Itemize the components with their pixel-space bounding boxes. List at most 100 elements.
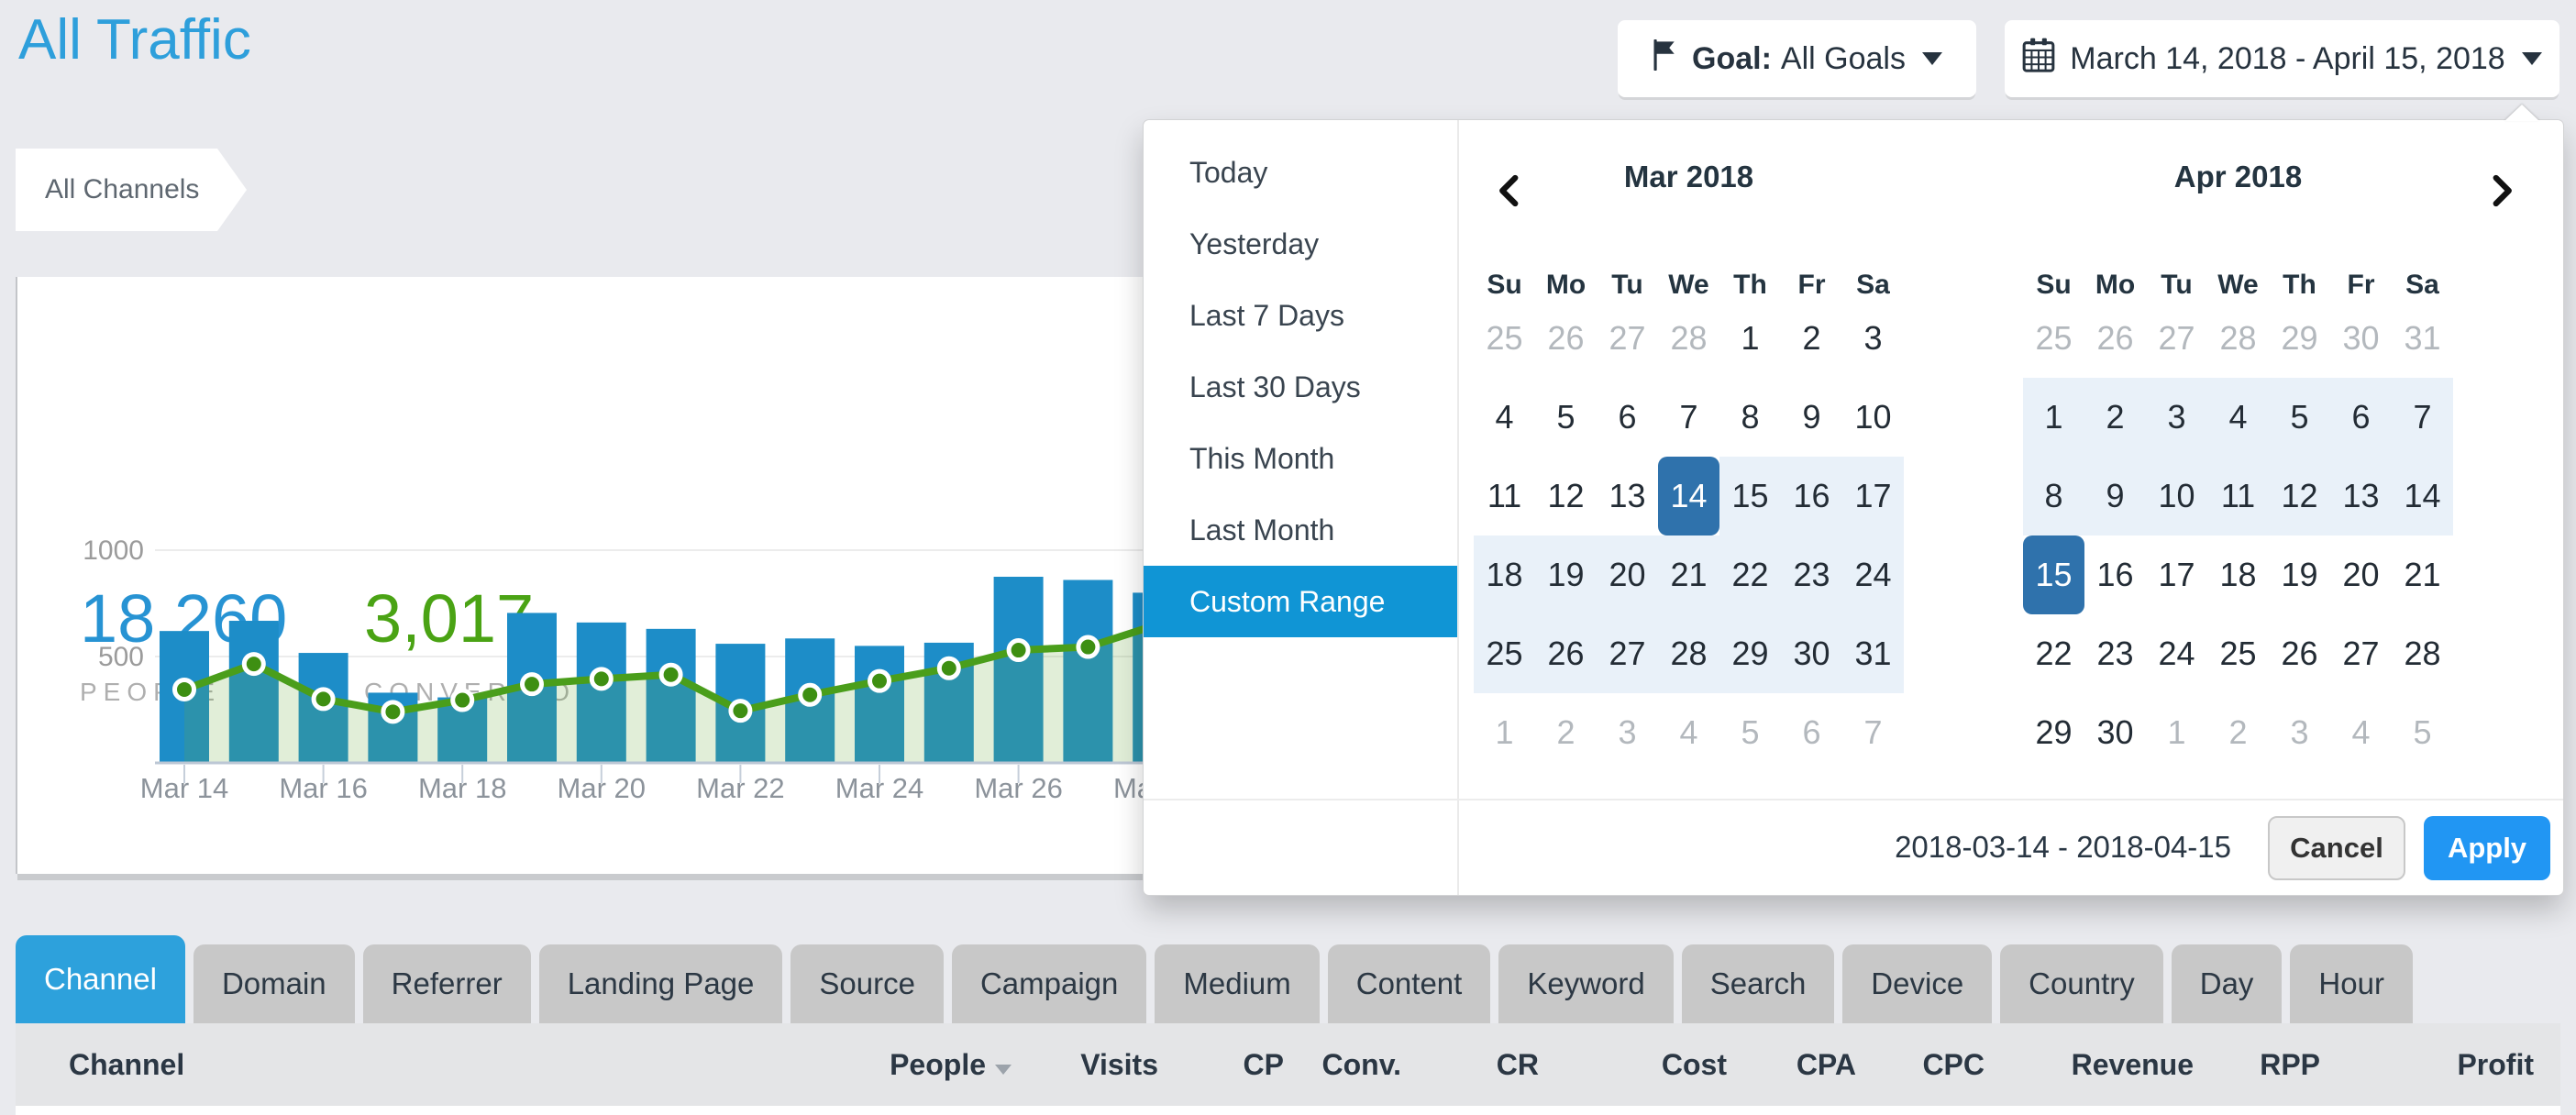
column-header-revenue[interactable]: Revenue bbox=[1985, 1048, 2194, 1082]
tab-medium[interactable]: Medium bbox=[1155, 944, 1319, 1023]
day-cell[interactable]: 12 bbox=[2269, 457, 2330, 535]
tab-search[interactable]: Search bbox=[1682, 944, 1835, 1023]
selected-day-cell[interactable]: 15 bbox=[2023, 535, 2084, 614]
day-cell[interactable]: 20 bbox=[1597, 535, 1658, 614]
day-cell[interactable]: 30 bbox=[1781, 614, 1842, 693]
day-cell[interactable]: 2 bbox=[1781, 299, 1842, 378]
day-cell[interactable]: 27 bbox=[2330, 614, 2392, 693]
day-cell[interactable]: 28 bbox=[2392, 614, 2453, 693]
day-cell[interactable]: 7 bbox=[1658, 378, 1719, 457]
day-cell[interactable]: 5 bbox=[2269, 378, 2330, 457]
column-header-visits[interactable]: Visits bbox=[1012, 1048, 1158, 1082]
day-cell[interactable]: 5 bbox=[1535, 378, 1597, 457]
tab-domain[interactable]: Domain bbox=[193, 944, 355, 1023]
day-cell[interactable]: 17 bbox=[2146, 535, 2207, 614]
day-cell[interactable]: 4 bbox=[1658, 693, 1719, 772]
day-cell[interactable]: 6 bbox=[1781, 693, 1842, 772]
goal-selector-button[interactable]: Goal: All Goals bbox=[1618, 20, 1976, 97]
tab-channel[interactable]: Channel bbox=[16, 935, 185, 1023]
day-cell[interactable]: 21 bbox=[1658, 535, 1719, 614]
day-cell[interactable]: 25 bbox=[2207, 614, 2269, 693]
day-cell[interactable]: 23 bbox=[1781, 535, 1842, 614]
day-cell[interactable]: 7 bbox=[2392, 378, 2453, 457]
day-cell[interactable]: 27 bbox=[1597, 299, 1658, 378]
day-cell[interactable]: 16 bbox=[1781, 457, 1842, 535]
tab-device[interactable]: Device bbox=[1842, 944, 1992, 1023]
day-cell[interactable]: 18 bbox=[2207, 535, 2269, 614]
tab-keyword[interactable]: Keyword bbox=[1498, 944, 1673, 1023]
day-cell[interactable]: 1 bbox=[1719, 299, 1781, 378]
day-cell[interactable]: 3 bbox=[1597, 693, 1658, 772]
column-header-cpc[interactable]: CPC bbox=[1856, 1048, 1985, 1082]
column-header-people[interactable]: People bbox=[828, 1048, 1012, 1082]
day-cell[interactable]: 24 bbox=[1842, 535, 1904, 614]
day-cell[interactable]: 20 bbox=[2330, 535, 2392, 614]
column-header-cp[interactable]: CP bbox=[1158, 1048, 1284, 1082]
column-header-cr[interactable]: CR bbox=[1401, 1048, 1539, 1082]
day-cell[interactable]: 29 bbox=[2023, 693, 2084, 772]
day-cell[interactable]: 3 bbox=[2269, 693, 2330, 772]
preset-last-month[interactable]: Last Month bbox=[1144, 494, 1457, 566]
day-cell[interactable]: 9 bbox=[2084, 457, 2146, 535]
breadcrumb-all-channels[interactable]: All Channels bbox=[16, 149, 247, 231]
day-cell[interactable]: 26 bbox=[1535, 614, 1597, 693]
day-cell[interactable]: 5 bbox=[1719, 693, 1781, 772]
day-cell[interactable]: 22 bbox=[1719, 535, 1781, 614]
column-header-profit[interactable]: Profit bbox=[2320, 1048, 2534, 1082]
day-cell[interactable]: 5 bbox=[2392, 693, 2453, 772]
column-header-cost[interactable]: Cost bbox=[1539, 1048, 1727, 1082]
preset-yesterday[interactable]: Yesterday bbox=[1144, 208, 1457, 280]
day-cell[interactable]: 4 bbox=[2207, 378, 2269, 457]
day-cell[interactable]: 26 bbox=[2269, 614, 2330, 693]
tab-day[interactable]: Day bbox=[2172, 944, 2283, 1023]
cancel-button[interactable]: Cancel bbox=[2268, 816, 2405, 880]
day-cell[interactable]: 10 bbox=[1842, 378, 1904, 457]
day-cell[interactable]: 14 bbox=[2392, 457, 2453, 535]
day-cell[interactable]: 12 bbox=[1535, 457, 1597, 535]
day-cell[interactable]: 11 bbox=[1474, 457, 1535, 535]
day-cell[interactable]: 8 bbox=[2023, 457, 2084, 535]
day-cell[interactable]: 15 bbox=[1719, 457, 1781, 535]
day-cell[interactable]: 1 bbox=[1474, 693, 1535, 772]
day-cell[interactable]: 26 bbox=[1535, 299, 1597, 378]
day-cell[interactable]: 1 bbox=[2023, 378, 2084, 457]
day-cell[interactable]: 25 bbox=[1474, 614, 1535, 693]
day-cell[interactable]: 21 bbox=[2392, 535, 2453, 614]
day-cell[interactable]: 8 bbox=[1719, 378, 1781, 457]
tab-landing-page[interactable]: Landing Page bbox=[539, 944, 783, 1023]
day-cell[interactable]: 3 bbox=[2146, 378, 2207, 457]
preset-custom-range[interactable]: Custom Range bbox=[1144, 566, 1457, 637]
selected-day-cell[interactable]: 14 bbox=[1658, 457, 1719, 535]
day-cell[interactable]: 25 bbox=[2023, 299, 2084, 378]
next-month-button[interactable] bbox=[2475, 166, 2526, 217]
column-header-conv-[interactable]: Conv. bbox=[1284, 1048, 1401, 1082]
traffic-bar-line-chart[interactable]: 5001000Mar 14Mar 16Mar 18Mar 20Mar 22Mar… bbox=[17, 513, 1146, 880]
tab-hour[interactable]: Hour bbox=[2290, 944, 2413, 1023]
day-cell[interactable]: 28 bbox=[1658, 299, 1719, 378]
day-cell[interactable]: 4 bbox=[2330, 693, 2392, 772]
tab-content[interactable]: Content bbox=[1328, 944, 1491, 1023]
tab-country[interactable]: Country bbox=[2000, 944, 2163, 1023]
day-cell[interactable]: 2 bbox=[1535, 693, 1597, 772]
column-header-cpa[interactable]: CPA bbox=[1727, 1048, 1856, 1082]
preset-last-30-days[interactable]: Last 30 Days bbox=[1144, 351, 1457, 423]
tab-campaign[interactable]: Campaign bbox=[952, 944, 1146, 1023]
day-cell[interactable]: 4 bbox=[1474, 378, 1535, 457]
day-cell[interactable]: 10 bbox=[2146, 457, 2207, 535]
day-cell[interactable]: 17 bbox=[1842, 457, 1904, 535]
day-cell[interactable]: 13 bbox=[2330, 457, 2392, 535]
day-cell[interactable]: 2 bbox=[2207, 693, 2269, 772]
day-cell[interactable]: 26 bbox=[2084, 299, 2146, 378]
day-cell[interactable]: 19 bbox=[2269, 535, 2330, 614]
day-cell[interactable]: 19 bbox=[1535, 535, 1597, 614]
day-cell[interactable]: 6 bbox=[1597, 378, 1658, 457]
preset-last-7-days[interactable]: Last 7 Days bbox=[1144, 280, 1457, 351]
day-cell[interactable]: 24 bbox=[2146, 614, 2207, 693]
day-cell[interactable]: 9 bbox=[1781, 378, 1842, 457]
day-cell[interactable]: 31 bbox=[1842, 614, 1904, 693]
column-header-rpp[interactable]: RPP bbox=[2194, 1048, 2320, 1082]
day-cell[interactable]: 29 bbox=[2269, 299, 2330, 378]
date-range-button[interactable]: March 14, 2018 - April 15, 2018 bbox=[2005, 20, 2559, 97]
day-cell[interactable]: 30 bbox=[2084, 693, 2146, 772]
day-cell[interactable]: 18 bbox=[1474, 535, 1535, 614]
